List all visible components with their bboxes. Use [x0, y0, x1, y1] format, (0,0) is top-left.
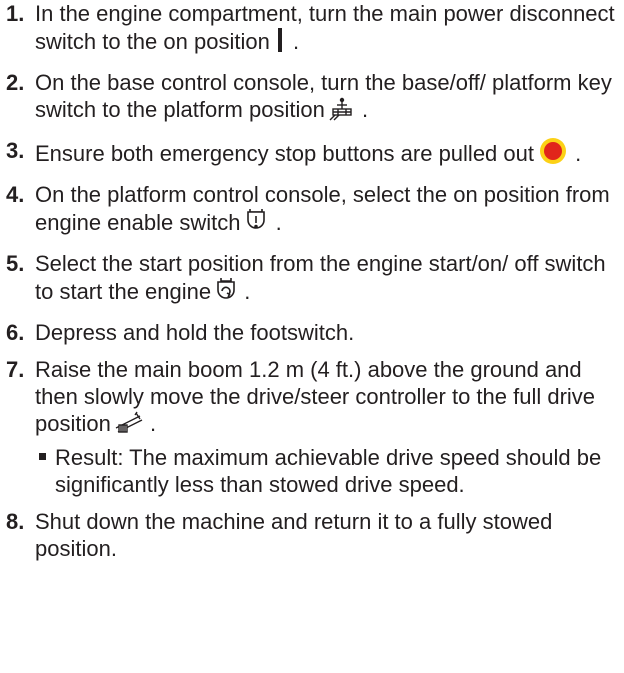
step-text: Ensure both emergency stop buttons are p…: [35, 141, 534, 166]
step-text: On the platform control console, select …: [35, 182, 610, 235]
step-number: 2.: [6, 70, 25, 95]
step-suffix: .: [575, 141, 582, 166]
step-8: 8. Shut down the machine and return it t…: [6, 508, 618, 562]
step-suffix: .: [149, 411, 157, 436]
step-suffix: .: [275, 210, 282, 235]
step-2: 2. On the base control console, turn the…: [6, 69, 618, 127]
result-note: Result: The maximum achievable drive spe…: [35, 444, 618, 498]
engine-enable-icon: [243, 208, 269, 240]
emergency-stop-icon: [537, 137, 569, 171]
step-6: 6. Depress and hold the footswitch.: [6, 319, 618, 346]
step-text: Select the start position from the engin…: [35, 251, 606, 304]
step-number: 8.: [6, 509, 25, 534]
platform-icon: [328, 97, 356, 127]
step-number: 6.: [6, 320, 25, 345]
step-text: Depress and hold the footswitch.: [35, 320, 355, 345]
step-4: 4. On the platform control console, sele…: [6, 181, 618, 240]
procedure-document: 1. In the engine compartment, turn the m…: [0, 0, 624, 673]
on-position-bar-icon: [273, 27, 287, 59]
step-5: 5. Select the start position from the en…: [6, 250, 618, 309]
step-number: 5.: [6, 251, 25, 276]
procedure-steps: 1. In the engine compartment, turn the m…: [6, 0, 618, 572]
step-suffix: .: [292, 29, 300, 54]
step-7: 7. Raise the main boom 1.2 m (4 ft.) abo…: [6, 356, 618, 498]
engine-start-icon: [214, 277, 238, 309]
step-1: 1. In the engine compartment, turn the m…: [6, 0, 618, 59]
step-number: 3.: [6, 138, 25, 163]
step-number: 1.: [6, 1, 25, 26]
step-suffix: .: [361, 97, 369, 122]
step-3: 3. Ensure both emergency stop buttons ar…: [6, 137, 618, 171]
step-text: In the engine compartment, turn the main…: [35, 1, 615, 54]
step-suffix: .: [244, 279, 251, 304]
bullet-icon: [39, 453, 46, 460]
step-text: On the base control console, turn the ba…: [35, 70, 612, 122]
step-number: 7.: [6, 357, 25, 382]
result-text: Result: The maximum achievable drive spe…: [55, 445, 602, 497]
drive-position-icon: [114, 411, 144, 441]
step-text: Shut down the machine and return it to a…: [35, 509, 553, 561]
step-number: 4.: [6, 182, 25, 207]
